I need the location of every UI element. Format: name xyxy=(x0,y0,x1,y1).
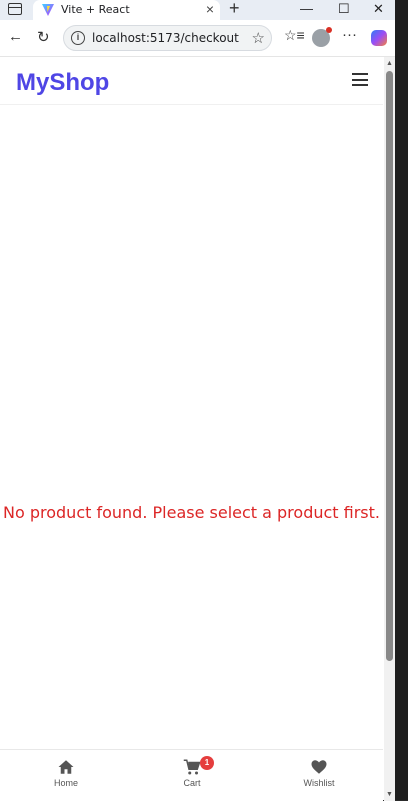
sidebar-toggle-icon[interactable] xyxy=(8,3,22,15)
back-icon[interactable]: ← xyxy=(8,28,23,45)
nav-wishlist-label: Wishlist xyxy=(303,778,335,788)
scroll-up-icon[interactable]: ▲ xyxy=(386,60,393,67)
reload-icon[interactable]: ↻ xyxy=(37,28,50,46)
more-icon[interactable]: ··· xyxy=(342,26,357,43)
hamburger-icon[interactable] xyxy=(352,73,368,86)
heart-icon xyxy=(311,760,327,774)
maximize-icon[interactable]: ☐ xyxy=(338,1,350,17)
info-icon[interactable]: i xyxy=(71,31,85,45)
profile-icon[interactable] xyxy=(312,27,332,47)
nav-cart-label: Cart xyxy=(183,778,201,788)
window-close-icon[interactable]: ✕ xyxy=(373,1,384,17)
scroll-thumb[interactable] xyxy=(386,71,393,661)
home-icon xyxy=(58,760,74,774)
browser-tab[interactable]: Vite + React × xyxy=(33,0,220,20)
address-bar[interactable]: i localhost:5173/checkout ☆ xyxy=(63,25,272,51)
editor-background xyxy=(395,0,408,800)
plus-icon[interactable]: + xyxy=(229,0,240,19)
cart-icon xyxy=(183,759,201,775)
logo[interactable]: MyShop xyxy=(16,69,109,97)
error-message: No product found. Please select a produc… xyxy=(3,503,380,522)
nav-cart[interactable]: 1 Cart xyxy=(152,756,232,788)
minimize-icon[interactable]: — xyxy=(300,1,313,16)
page-viewport: MyShop No product found. Please select a… xyxy=(0,56,395,801)
browser-toolbar: ← ↻ i localhost:5173/checkout ☆ ☆≡ ··· xyxy=(0,20,395,56)
star-icon[interactable]: ☆ xyxy=(252,29,265,47)
browser-tab-bar: Vite + React × + — ☐ ✕ xyxy=(0,0,395,20)
bottom-nav: Home 1 Cart Wishlist xyxy=(0,749,383,801)
tab-title: Vite + React xyxy=(61,3,130,16)
vite-favicon-icon xyxy=(42,4,54,16)
nav-home-label: Home xyxy=(53,778,78,788)
favorites-icon[interactable]: ☆≡ xyxy=(284,27,305,44)
scrollbar[interactable]: ▲ ▼ xyxy=(384,57,395,801)
nav-wishlist[interactable]: Wishlist xyxy=(279,758,359,788)
scroll-down-icon[interactable]: ▼ xyxy=(386,791,393,798)
close-icon[interactable]: × xyxy=(206,1,214,17)
cart-count-badge: 1 xyxy=(200,756,214,770)
copilot-icon[interactable] xyxy=(371,30,387,46)
url-text[interactable]: localhost:5173/checkout xyxy=(92,31,239,45)
site-header: MyShop xyxy=(0,57,383,105)
nav-home[interactable]: Home xyxy=(26,758,106,788)
